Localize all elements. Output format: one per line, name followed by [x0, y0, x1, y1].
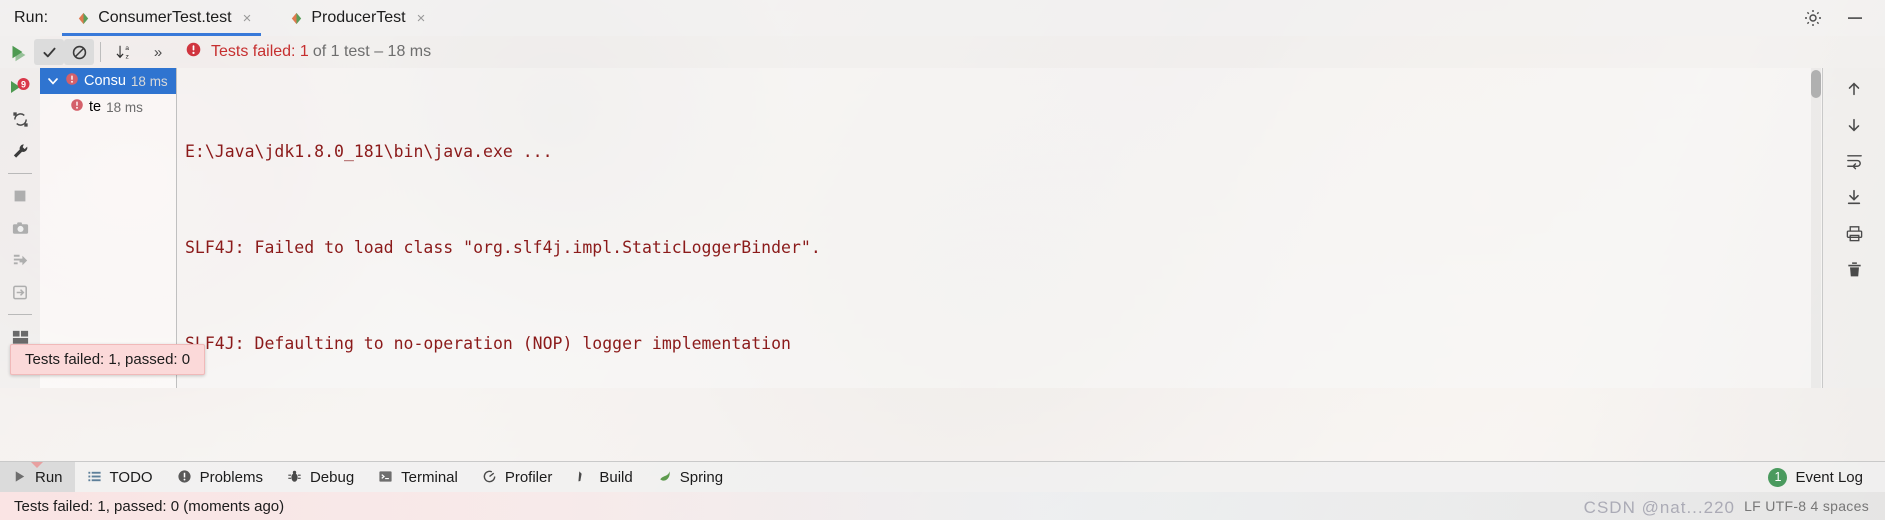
error-icon: [65, 72, 79, 90]
tab-label: Debug: [309, 468, 355, 486]
tab-label: Problems: [199, 468, 263, 486]
console-line: SLF4J: Defaulting to no-operation (NOP) …: [185, 334, 791, 353]
scroll-to-end-icon[interactable]: [1839, 184, 1869, 210]
test-duration: 18 ms: [106, 99, 143, 115]
tests-failed-count: Tests failed: 1: [211, 43, 309, 60]
gear-icon[interactable]: [1803, 8, 1823, 28]
print-icon[interactable]: [1839, 220, 1869, 246]
run-icon: [12, 469, 28, 485]
svg-text:9: 9: [21, 80, 26, 90]
stop-icon[interactable]: [3, 181, 37, 211]
hide-ignored-toggle[interactable]: [64, 39, 94, 65]
run-icon[interactable]: [0, 37, 34, 67]
tab-label: Run: [35, 468, 63, 486]
tab-spring[interactable]: Spring: [645, 462, 735, 492]
scroll-down-icon[interactable]: [1839, 112, 1869, 138]
rerun-failed-tests-icon[interactable]: 9: [3, 72, 37, 102]
test-duration: 18 ms: [130, 73, 168, 89]
event-log-button[interactable]: 1 Event Log: [1768, 467, 1885, 487]
close-icon[interactable]: ×: [243, 10, 252, 27]
error-icon: [70, 98, 84, 116]
tab-label: Profiler: [504, 468, 553, 486]
error-icon: [185, 41, 202, 63]
run-actions-sidebar: 9: [0, 36, 40, 388]
table-row[interactable]: Consu 18 ms: [40, 68, 176, 94]
table-row[interactable]: te 18 ms: [40, 94, 176, 120]
event-log-label: Event Log: [1795, 468, 1863, 486]
test-tree[interactable]: Consu 18 ms te 18 ms: [40, 68, 177, 388]
open-in-icon[interactable]: [3, 277, 37, 307]
debug-icon: [287, 469, 303, 485]
divider: [8, 314, 32, 315]
tab-problems[interactable]: Problems: [165, 462, 275, 492]
console-scrollbar-thumb[interactable]: [1811, 70, 1821, 98]
run-tab-bar: Run: ConsumerTest.test × ProducerTest ×: [0, 0, 1885, 36]
run-tool-window: Run: ConsumerTest.test × ProducerTest ×: [0, 0, 1885, 520]
tab-run[interactable]: Run: [0, 462, 75, 492]
expand-toolbar-button[interactable]: »: [141, 37, 175, 67]
problems-icon: [177, 469, 193, 485]
minimize-icon[interactable]: [1845, 8, 1865, 28]
divider: [100, 42, 101, 62]
tab-debug[interactable]: Debug: [275, 462, 366, 492]
test-status-tooltip: Tests failed: 1, passed: 0: [10, 344, 206, 375]
status-message: Tests failed: 1, passed: 0 (moments ago): [14, 497, 285, 515]
run-configuration-icon: [289, 11, 304, 26]
show-passed-toggle[interactable]: [34, 39, 64, 65]
test-method-name: te: [89, 99, 102, 115]
console-command-line: E:\Java\jdk1.8.0_181\bin\java.exe ...: [185, 142, 553, 161]
console-line: SLF4J: Failed to load class "org.slf4j.i…: [185, 238, 821, 257]
profiler-icon: [482, 469, 498, 485]
svg-text:a: a: [125, 45, 129, 52]
sort-alpha-icon[interactable]: a z: [107, 37, 141, 67]
close-icon[interactable]: ×: [417, 10, 426, 27]
scroll-up-icon[interactable]: [1839, 76, 1869, 102]
tab-label: TODO: [109, 468, 153, 486]
soft-wrap-icon[interactable]: [1839, 148, 1869, 174]
console-scrollbar-track[interactable]: [1811, 68, 1821, 388]
tab-label: ConsumerTest.test: [98, 9, 232, 26]
tab-todo[interactable]: TODO: [75, 462, 165, 492]
spring-icon: [657, 469, 673, 485]
camera-icon[interactable]: [3, 213, 37, 243]
todo-icon: [87, 469, 103, 485]
run-configuration-icon: [76, 11, 91, 26]
tool-window-tab-bar: Run TODO Problems Debug Terminal Profile…: [0, 461, 1885, 492]
tab-label: Build: [599, 468, 633, 486]
tab-label: ProducerTest: [311, 9, 406, 26]
tab-profiler[interactable]: Profiler: [470, 462, 565, 492]
divider: [8, 173, 32, 174]
status-bar: Tests failed: 1, passed: 0 (moments ago)…: [0, 492, 1885, 520]
rerun-automatically-icon[interactable]: [3, 104, 37, 134]
event-log-badge: 1: [1768, 467, 1788, 487]
build-icon: [576, 469, 592, 485]
tab-producertest[interactable]: ProducerTest ×: [275, 0, 435, 36]
trash-icon[interactable]: [1839, 256, 1869, 282]
chevron-double-right-icon: »: [153, 43, 163, 61]
tab-label: Terminal: [401, 468, 458, 486]
import-tests-icon[interactable]: [3, 245, 37, 275]
tab-build[interactable]: Build: [564, 462, 644, 492]
tab-label: Spring: [679, 468, 724, 486]
console-output[interactable]: E:\Java\jdk1.8.0_181\bin\java.exe ... SL…: [177, 68, 1823, 388]
tab-terminal[interactable]: Terminal: [366, 462, 470, 492]
tab-consumertest[interactable]: ConsumerTest.test ×: [62, 0, 262, 36]
test-class-name: Consu: [84, 73, 126, 89]
run-label: Run:: [14, 9, 49, 26]
status-encoding-info[interactable]: LF UTF-8 4 spaces: [1744, 498, 1885, 514]
tests-total-detail: of 1 test – 18 ms: [312, 43, 432, 60]
wrench-icon[interactable]: [3, 136, 37, 166]
console-actions-sidebar: [1822, 68, 1885, 388]
test-status-line: Tests failed: 1 of 1 test – 18 ms: [185, 41, 431, 63]
chevron-down-icon[interactable]: [46, 74, 60, 88]
window-buttons: [1803, 8, 1885, 28]
test-results-toolbar: a z » Tests failed: 1 of 1 test – 18 ms: [0, 36, 1885, 68]
tooltip-text: Tests failed: 1, passed: 0: [25, 351, 191, 368]
terminal-icon: [378, 469, 394, 485]
svg-text:z: z: [125, 53, 129, 60]
